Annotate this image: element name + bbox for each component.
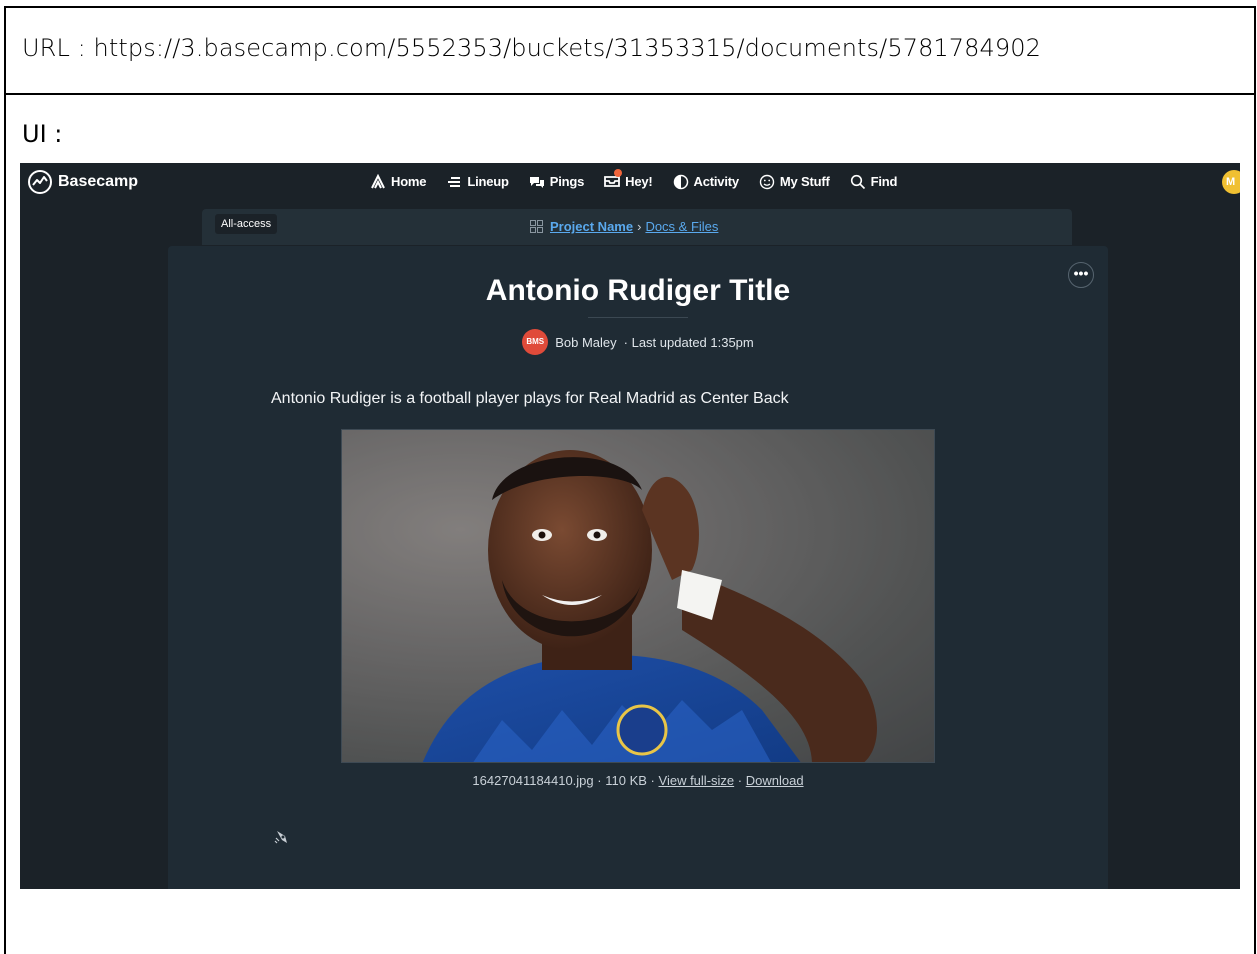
top-navigation: Basecamp Home Lineup Pings Hey! Activity…	[20, 163, 1240, 201]
breadcrumb-project-link[interactable]: Project Name	[550, 219, 633, 234]
activity-icon	[673, 174, 688, 189]
nav-my-stuff[interactable]: My Stuff	[759, 172, 830, 191]
url-text: URL : https://3.basecamp.com/5552353/buc…	[22, 34, 1042, 62]
nav-my-stuff-label: My Stuff	[779, 174, 830, 189]
basecamp-logo[interactable]: Basecamp	[27, 169, 138, 195]
nav-hey-label: Hey!	[625, 174, 653, 189]
breadcrumb: Project Name › Docs & Files	[530, 219, 718, 234]
notification-dot	[614, 169, 623, 177]
document-body: Antonio Rudiger is a football player pla…	[271, 390, 789, 407]
nav-find-label: Find	[870, 174, 898, 189]
nav-activity-label: Activity	[693, 174, 740, 189]
nav-hey[interactable]: Hey!	[604, 169, 653, 191]
image-size: 110 KB	[605, 773, 647, 788]
all-access-badge[interactable]: All-access	[215, 214, 278, 234]
nav-lineup[interactable]: Lineup	[446, 172, 509, 191]
project-grid-icon	[530, 220, 543, 233]
url-row: URL : https://3.basecamp.com/5552353/buc…	[6, 8, 1254, 95]
search-icon	[850, 174, 865, 189]
lineup-icon	[448, 176, 461, 187]
author-avatar[interactable]: BMS	[522, 329, 549, 355]
nav-find[interactable]: Find	[850, 172, 898, 191]
nav-pings[interactable]: Pings	[529, 172, 584, 191]
nav-home-label: Home	[391, 174, 427, 189]
title-divider	[588, 317, 688, 318]
ui-label: UI :	[22, 120, 63, 148]
caption-separator: ·	[737, 773, 743, 788]
breadcrumb-docs-link[interactable]: Docs & Files	[645, 219, 718, 234]
view-full-size-link[interactable]: View full-size	[659, 773, 735, 788]
pings-icon	[529, 176, 544, 188]
image-caption: 16427041184410.jpg · 110 KB · View full-…	[168, 773, 1108, 788]
nav-activity[interactable]: Activity	[673, 172, 739, 191]
main-nav: Home Lineup Pings Hey! Activity My Stuff…	[370, 169, 898, 191]
user-avatar[interactable]: M	[1222, 170, 1240, 194]
basecamp-screen: Basecamp Home Lineup Pings Hey! Activity…	[20, 163, 1240, 889]
author-name: Bob Maley	[555, 334, 617, 350]
breadcrumb-separator: ›	[637, 219, 642, 234]
caption-separator: ·	[650, 773, 655, 788]
image-filename: 16427041184410.jpg	[472, 773, 594, 788]
my-stuff-icon	[759, 174, 775, 189]
boost-rocket-icon[interactable]	[273, 828, 291, 846]
document-card: ••• Antonio Rudiger Title BMS Bob Maley …	[168, 246, 1108, 889]
document-title: Antonio Rudiger Title	[485, 274, 791, 307]
basecamp-logo-icon	[28, 170, 52, 194]
caption-separator: ·	[597, 773, 602, 788]
document-image[interactable]	[341, 429, 935, 763]
document-meta: BMS Bob Maley · Last updated 1:35pm	[168, 329, 1108, 355]
breadcrumb-bar: All-access Project Name › Docs & Files	[202, 209, 1072, 245]
home-icon	[371, 173, 385, 188]
last-updated: · Last updated 1:35pm	[623, 334, 754, 350]
hey-icon	[604, 169, 623, 191]
nav-lineup-label: Lineup	[467, 174, 509, 189]
logo-text: Basecamp	[58, 173, 139, 190]
download-link[interactable]: Download	[746, 773, 804, 788]
player-photo	[342, 430, 934, 762]
nav-pings-label: Pings	[549, 174, 585, 189]
nav-home[interactable]: Home	[370, 172, 427, 191]
